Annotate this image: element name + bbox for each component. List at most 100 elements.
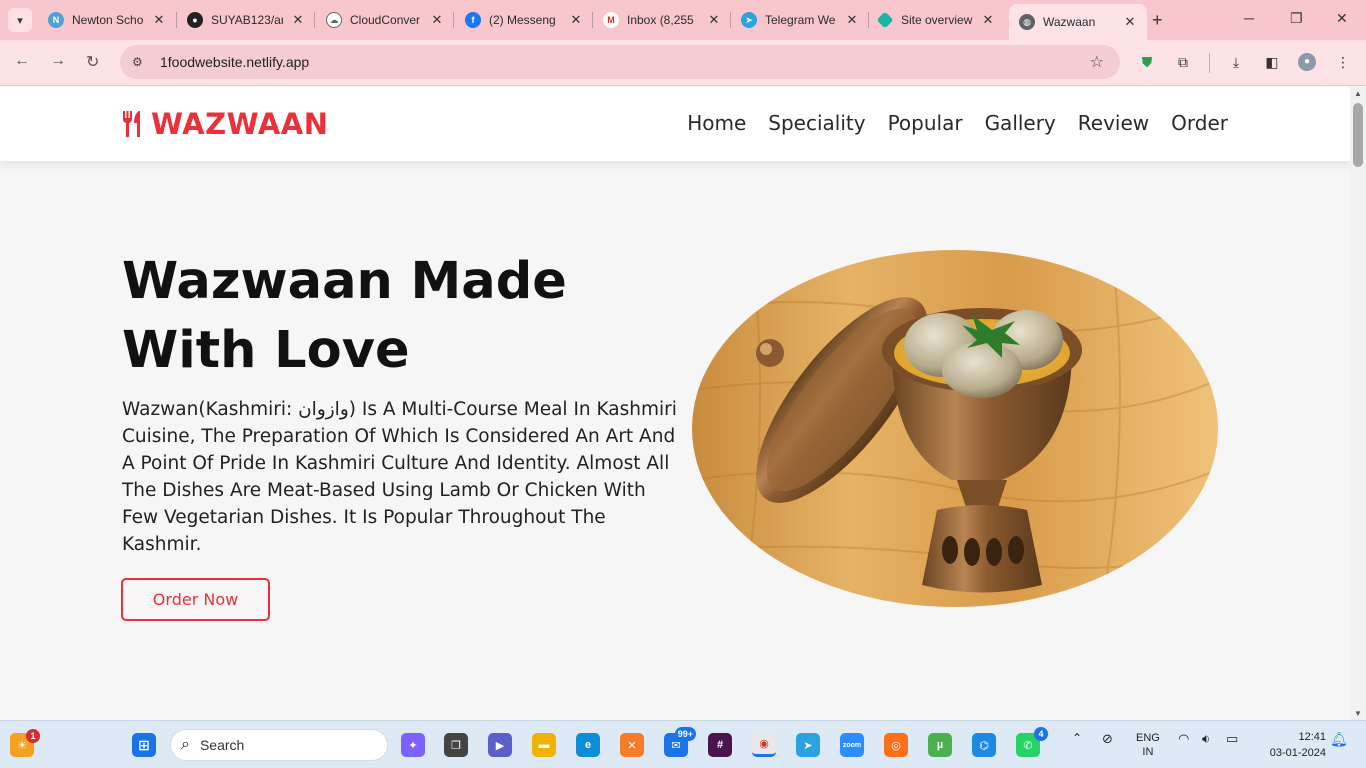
vscode-icon[interactable]: ⌬	[972, 733, 996, 757]
restore-button[interactable]: ❐	[1290, 10, 1303, 27]
notification-badge: 1	[26, 729, 40, 743]
side-panel-icon[interactable]: ◧	[1263, 53, 1281, 71]
tab-title: Wazwaan	[1043, 15, 1096, 29]
facebook-icon: f	[465, 12, 481, 28]
slack-icon[interactable]: #	[708, 733, 732, 757]
chevron-down-icon: ▾	[17, 14, 23, 27]
tab-title: Telegram We	[765, 13, 836, 27]
taskbar-search[interactable]: ⌕ Search	[170, 729, 388, 761]
utorrent-icon[interactable]: µ	[928, 733, 952, 757]
close-icon[interactable]: ✕	[1123, 14, 1137, 30]
new-tab-button[interactable]: +	[1152, 10, 1163, 31]
tab-search-button[interactable]: ▾	[8, 8, 32, 32]
scrollbar-thumb[interactable]	[1353, 103, 1363, 167]
download-icon[interactable]: ⤓	[1227, 53, 1245, 71]
gmail-icon: M	[603, 12, 619, 28]
logo-text: WAZWAAN	[151, 107, 329, 141]
battery-icon[interactable]: ▭	[1226, 731, 1238, 747]
zoom-icon[interactable]: zoom	[840, 733, 864, 757]
tab-wazwaan[interactable]: ◍ Wazwaan ✕	[1009, 4, 1147, 40]
page-scrollbar[interactable]: ▲ ▼	[1350, 87, 1366, 720]
tab-cloudconvert[interactable]: ☁ CloudConver ✕	[326, 6, 444, 34]
region-code: IN	[1142, 746, 1154, 758]
hero-title: Wazwaan Made With Love	[122, 252, 567, 380]
nav-order[interactable]: Order	[1171, 111, 1228, 135]
mail-badge: 99+	[674, 727, 696, 741]
tab-netlify[interactable]: Site overview ✕	[876, 6, 995, 34]
site-header: WAZWAAN Home Speciality Popular Gallery …	[0, 87, 1350, 161]
volume-icon[interactable]: 🔉︎	[1202, 731, 1210, 747]
whatsapp-badge: 4	[1034, 727, 1048, 741]
search-label: Search	[199, 737, 245, 753]
tab-github[interactable]: ● SUYAB123/ar ✕	[187, 6, 305, 34]
utensils-icon	[122, 111, 140, 137]
github-icon: ●	[187, 12, 203, 28]
tab-messenger[interactable]: f (2) Messeng ✕	[465, 6, 583, 34]
scroll-up-icon[interactable]: ▲	[1354, 89, 1362, 98]
language-code: ENG	[1136, 732, 1160, 744]
taskbar: ☀ 1 ⊞ ⌕ Search ✦ ❐ ▶ ▬ e ✕ ✉ 99+ # ◉ ➤ zoo…	[0, 720, 1366, 768]
file-explorer-icon[interactable]: ▬	[532, 733, 556, 757]
wifi-icon[interactable]: ◠	[1178, 731, 1189, 747]
copilot-icon[interactable]: ✦	[401, 733, 425, 757]
mail-icon[interactable]: ✉ 99+	[664, 727, 696, 757]
main-nav: Home Speciality Popular Gallery Review O…	[665, 111, 1228, 135]
close-icon[interactable]: ✕	[430, 12, 444, 28]
chevron-up-icon[interactable]: ⌃	[1072, 731, 1082, 745]
netlify-icon	[876, 11, 894, 29]
task-view-icon[interactable]: ❐	[444, 733, 468, 757]
forward-button[interactable]: →	[50, 52, 66, 70]
close-window-button[interactable]: ✕	[1336, 10, 1348, 27]
order-now-button[interactable]: Order Now	[121, 578, 270, 621]
minimize-button[interactable]: ─	[1244, 10, 1254, 26]
url-text[interactable]: 1foodwebsite.netlify.app	[160, 54, 309, 70]
hero-dish-image	[692, 250, 1218, 607]
hero-description: Wazwan(Kashmiri: وازوان) Is A Multi-Cour…	[122, 399, 677, 555]
close-icon[interactable]: ✕	[569, 12, 583, 28]
close-icon[interactable]: ✕	[845, 12, 859, 28]
bookmark-star-icon[interactable]: ☆	[1090, 52, 1104, 72]
tab-title: Site overview	[901, 13, 973, 27]
teams-icon[interactable]: ▶	[488, 733, 512, 757]
logo[interactable]: WAZWAAN	[121, 107, 329, 141]
address-bar[interactable]: ⚙ 1foodwebsite.netlify.app ☆	[120, 45, 1120, 79]
site-info-icon[interactable]: ⚙	[132, 55, 150, 69]
firefox-icon[interactable]: ◎	[884, 733, 908, 757]
close-icon[interactable]: ✕	[291, 12, 305, 28]
weather-widget-icon[interactable]: ☀ 1	[10, 729, 40, 757]
nav-home[interactable]: Home	[687, 111, 746, 135]
browser-toolbar: ← → ↻ ⚙ 1foodwebsite.netlify.app ☆ ⛊ ⧉ ⤓…	[0, 40, 1366, 86]
nav-popular[interactable]: Popular	[888, 111, 963, 135]
close-icon[interactable]: ✕	[707, 12, 721, 28]
extensions-icon[interactable]: ⧉	[1174, 53, 1192, 71]
back-button[interactable]: ←	[14, 52, 30, 70]
cloud-icon: ☁	[326, 12, 342, 28]
telegram-icon[interactable]: ➤	[796, 733, 820, 757]
profile-avatar[interactable]: ●	[1298, 53, 1316, 71]
close-icon[interactable]: ✕	[981, 12, 995, 28]
xampp-icon[interactable]: ✕	[620, 733, 644, 757]
globe-icon: ◍	[1019, 14, 1035, 30]
tab-gmail[interactable]: M Inbox (8,255 ✕	[603, 6, 721, 34]
chrome-icon[interactable]: ◉	[752, 733, 776, 757]
whatsapp-icon[interactable]: ✆ 4	[1016, 727, 1048, 757]
tab-telegram[interactable]: ➤ Telegram We ✕	[741, 6, 859, 34]
tab-title: Inbox (8,255	[627, 13, 694, 27]
nav-gallery[interactable]: Gallery	[985, 111, 1056, 135]
nav-speciality[interactable]: Speciality	[768, 111, 865, 135]
tab-newton[interactable]: N Newton Scho ✕	[48, 6, 166, 34]
clock-date: 03-01-2024	[1269, 747, 1326, 759]
clock[interactable]: 12:41 03-01-2024	[1256, 729, 1326, 761]
search-icon: ⌕	[181, 736, 190, 753]
reload-button[interactable]: ↻	[86, 52, 99, 72]
network-off-icon[interactable]: ⊘	[1102, 731, 1113, 747]
edge-icon[interactable]: e	[576, 733, 600, 757]
shield-extension-icon[interactable]: ⛊	[1138, 53, 1156, 71]
menu-kebab-icon[interactable]: ⋮	[1334, 53, 1352, 71]
close-icon[interactable]: ✕	[152, 12, 166, 28]
notification-bell-icon[interactable]: 🔔︎	[1330, 731, 1348, 748]
start-windows-icon[interactable]: ⊞	[132, 733, 156, 757]
scroll-down-icon[interactable]: ▼	[1354, 709, 1362, 718]
nav-review[interactable]: Review	[1078, 111, 1149, 135]
language-indicator[interactable]: ENG IN	[1136, 731, 1160, 759]
